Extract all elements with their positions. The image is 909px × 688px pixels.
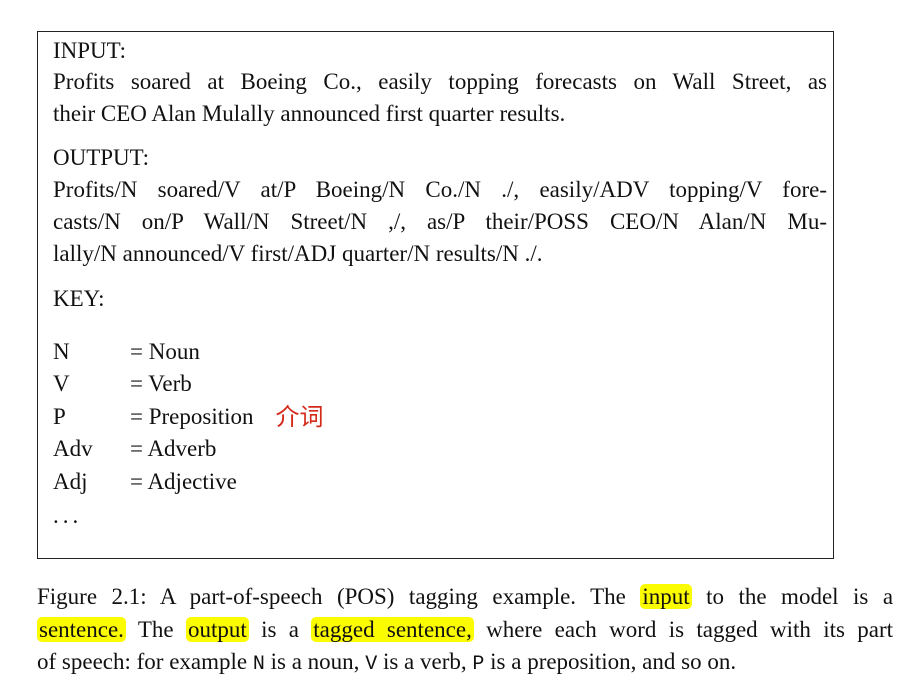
highlight: sentence.	[37, 617, 126, 642]
key-abbr: Adj	[53, 469, 88, 494]
figure-box: INPUT: Profits soared at Boeing Co., eas…	[37, 31, 834, 559]
output-line-3: lally/N announced/V first/ADJ quarter/N …	[53, 241, 543, 266]
key-row-verb: V = Verb	[53, 368, 192, 400]
key-abbr: Adv	[53, 436, 93, 461]
key-abbr: N	[53, 339, 70, 364]
handwritten-annotation: 介词	[275, 403, 324, 431]
output-line-1: Profits/N soared/V at/P Boeing/N Co./N .…	[53, 177, 827, 202]
key-row-noun: N = Noun	[53, 336, 200, 368]
caption-text: Figure 2.1: A part-of-speech (POS) taggi…	[37, 584, 626, 609]
key-ellipsis: ...	[53, 503, 83, 528]
caption-text: to the model is a	[706, 584, 894, 609]
caption-text: is a noun,	[270, 649, 360, 674]
key-def: = Preposition	[130, 404, 254, 429]
key-def: = Adverb	[130, 436, 217, 461]
caption-text: where each word is tagged with its part	[486, 617, 894, 642]
caption-line-1: Figure 2.1: A part-of-speech (POS) taggi…	[37, 581, 893, 613]
key-abbr: V	[53, 371, 70, 396]
input-line-1: Profits soared at Boeing Co., easily top…	[53, 69, 827, 94]
caption-text: is a preposition, and so on.	[490, 649, 737, 674]
caption-line-3: of speech: for example N is a noun, V is…	[37, 646, 893, 681]
caption-text: of speech: for example	[37, 649, 248, 674]
highlight: input	[640, 584, 692, 609]
input-heading: INPUT:	[53, 38, 126, 63]
key-abbr: P	[53, 404, 66, 429]
code-token: P	[472, 653, 485, 676]
key-def: = Verb	[130, 371, 192, 396]
code-token: N	[252, 653, 265, 676]
output-line-2: casts/N on/P Wall/N Street/N ,/, as/P th…	[53, 209, 827, 234]
key-row-adjective: Adj = Adjective	[53, 466, 237, 498]
key-heading: KEY:	[53, 286, 105, 311]
input-line-2: their CEO Alan Mulally announced first q…	[53, 101, 566, 126]
key-row-adverb: Adv = Adverb	[53, 433, 216, 465]
caption-text: is a	[261, 617, 299, 642]
output-heading: OUTPUT:	[53, 145, 149, 170]
caption-line-2: sentence. The output is a tagged sentenc…	[37, 614, 893, 646]
caption-text: The	[137, 617, 174, 642]
highlight: output	[185, 617, 249, 642]
highlight: tagged sentence,	[311, 617, 474, 642]
key-def: = Noun	[130, 339, 200, 364]
key-row-preposition: P = Preposition 介词	[53, 400, 324, 433]
code-token: V	[365, 653, 378, 676]
caption-text: is a verb,	[382, 649, 467, 674]
key-def: = Adjective	[130, 469, 237, 494]
